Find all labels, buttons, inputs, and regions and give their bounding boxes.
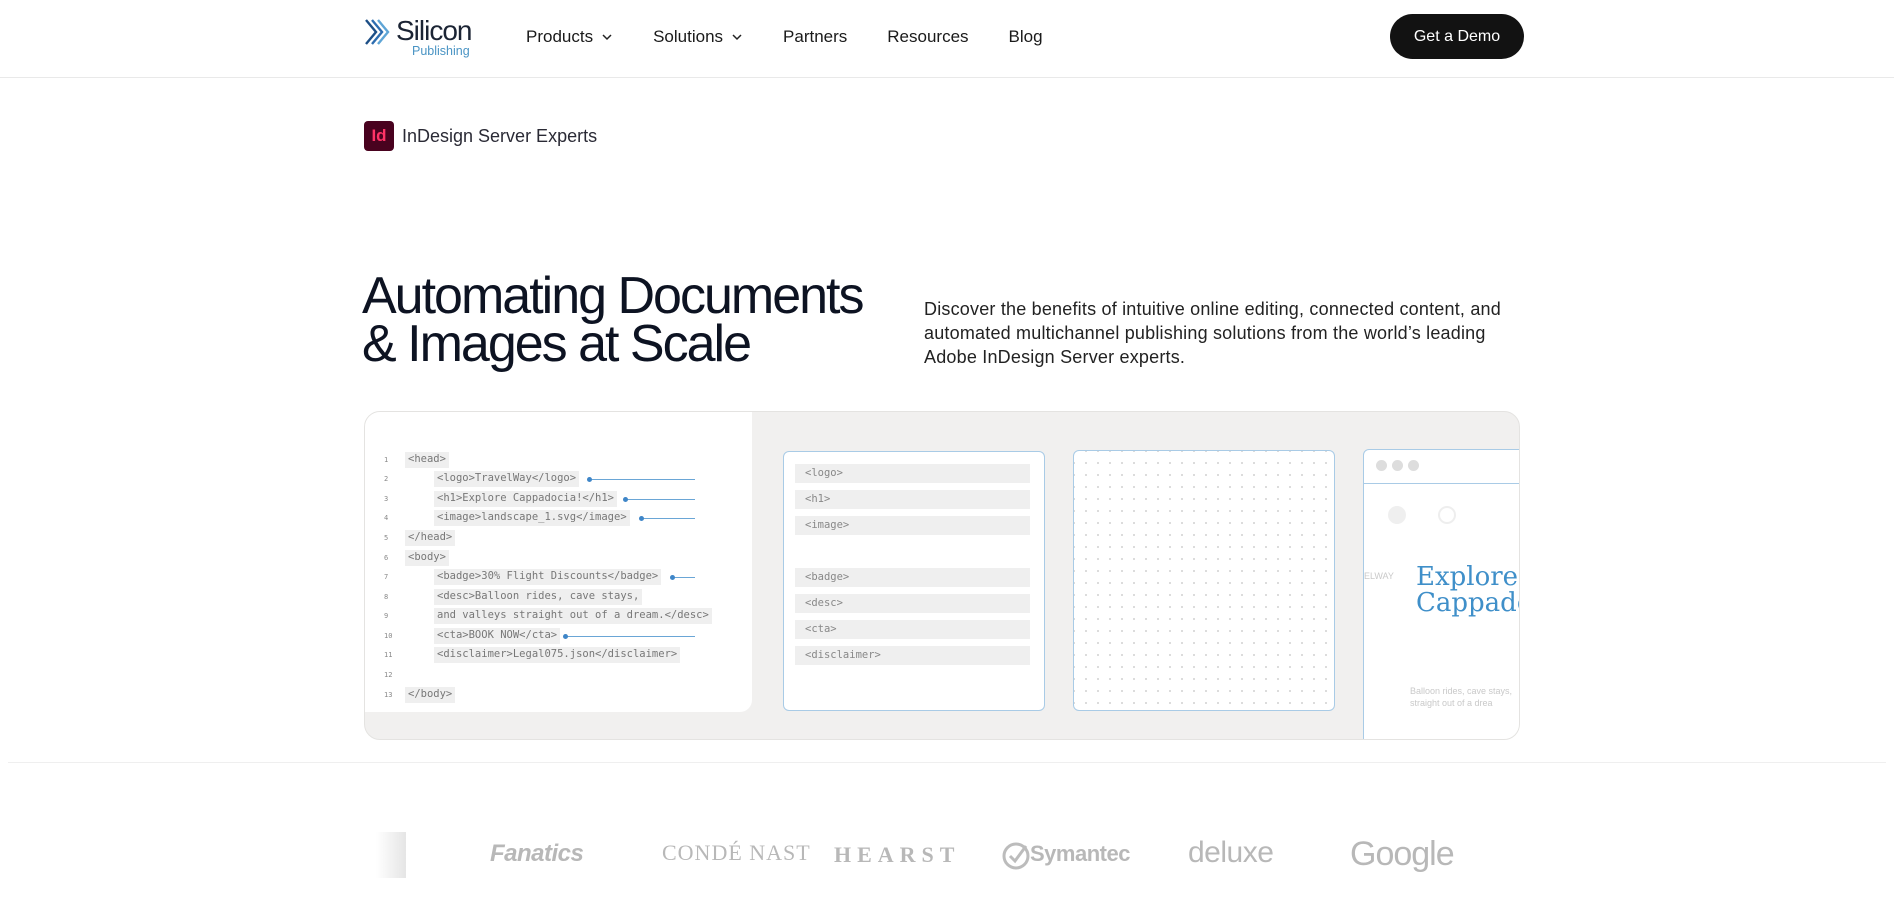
template-field: <badge> [795,568,1030,587]
line-number: 2 [384,475,389,483]
nav-partners[interactable]: Partners [783,27,847,47]
window-dot-icon [1392,460,1403,471]
top-navigation: Silicon Publishing Products Solutions Pa… [0,0,1894,78]
preview-panel: ELWAY Explore Cappado Balloon rides, cav… [1363,449,1519,739]
client-logo-strip: Fanatics CONDÉ NAST HEARST Symantec delu… [364,828,1524,888]
template-field: <h1> [795,490,1030,509]
nav-solutions-label: Solutions [653,27,724,46]
nav-blog[interactable]: Blog [1009,27,1043,47]
template-fields-panel: <logo> <h1> <image> <badge> <desc> <cta> <disc… [783,451,1045,711]
line-number: 11 [384,651,393,659]
nav-blog-label: Blog [1008,27,1043,46]
template-field: <desc> [795,594,1030,613]
line-number: 1 [384,456,389,464]
section-divider [8,762,1886,763]
line-number: 12 [384,671,393,679]
preview-body-text: Balloon rides, cave stays, [1410,686,1513,696]
automation-illustration: 1 <head> 2 <logo>TravelWay</logo> 3 <h1>Explo… [364,411,1520,740]
preview-toggle-icon [1388,506,1406,524]
code-line: </head> [405,530,456,546]
template-field: <cta> [795,620,1030,639]
template-field: <image> [795,516,1030,535]
faded-client-logo [376,832,406,878]
logo-subtitle: Publishing [412,44,470,58]
code-line: <desc>Balloon rides, cave stays, [434,589,643,605]
nav-resources[interactable]: Resources [887,27,968,47]
nav-products[interactable]: Products [526,27,613,47]
binding-connector [587,477,695,482]
line-number: 10 [384,632,393,640]
nav-resources-label: Resources [887,27,969,46]
symantec-check-icon [1002,842,1030,870]
line-number: 3 [384,495,389,503]
hero-title: Automating Documents & Images at Scale [362,270,922,370]
line-number: 9 [384,612,389,620]
dotted-canvas-panel [1073,450,1335,711]
binding-connector [623,497,695,502]
conde-nast-logo: CONDÉ NAST [662,840,811,865]
line-number: 5 [384,534,389,542]
badge-label: InDesign Server Experts [402,125,598,146]
indesign-badge: Id InDesign Server Experts [364,121,597,151]
code-line: </body> [405,687,456,703]
template-field: <logo> [795,464,1030,483]
google-logo: Google [1350,835,1455,873]
chevron-down-icon [732,34,742,41]
nav-products-label: Products [526,27,594,46]
chevron-down-icon [602,34,612,41]
code-line: <image>landscape_1.svg</image> [434,510,630,526]
line-number: 6 [384,554,389,562]
code-line: <logo>TravelWay</logo> [434,471,580,487]
binding-connector [639,516,695,521]
logo-wordmark: Silicon [396,15,472,46]
get-a-demo-button[interactable]: Get a Demo [1390,14,1524,59]
code-panel: 1 <head> 2 <logo>TravelWay</logo> 3 <h1>Explo… [365,412,752,712]
hearst-logo: HEARST [834,842,961,867]
main-menu: Products Solutions Partners Resources Bl… [526,0,1083,74]
preview-brand-text: ELWAY [1364,571,1394,581]
code-line: <body> [405,550,449,566]
preview-window-bar [1364,450,1519,484]
line-number: 7 [384,573,389,581]
indesign-icon: Id [364,121,394,151]
nav-solutions[interactable]: Solutions [653,27,743,47]
code-line: and valleys straight out of a dream.</de… [434,608,712,624]
preview-block-icon [1438,506,1456,524]
preview-heading: Explore Cappado [1416,564,1519,618]
hero-description: Discover the benefits of intuitive onlin… [924,299,1501,367]
window-dot-icon [1376,460,1387,471]
chevrons-logo-icon [365,19,390,45]
binding-connector [563,634,695,639]
silicon-publishing-logo[interactable]: Silicon Publishing [364,15,484,59]
nav-partners-label: Partners [783,27,848,46]
code-line: <badge>30% Flight Discounts</badge> [434,569,662,585]
code-line: <disclaimer>Legal075.json</disclaimer> [434,647,681,663]
code-line: <cta>BOOK NOW</cta> [434,628,561,644]
code-line: <h1>Explore Cappadocia!</h1> [434,491,618,507]
line-number: 8 [384,593,389,601]
code-line: <head> [405,452,449,468]
window-dot-icon [1408,460,1419,471]
fanatics-logo: Fanatics [490,840,584,867]
deluxe-logo: deluxe [1188,836,1274,869]
line-number: 4 [384,514,389,522]
preview-body-text-2: straight out of a drea [1410,698,1493,708]
template-field: <disclaimer> [795,646,1030,665]
symantec-logo: Symantec [1030,841,1130,866]
binding-connector [670,575,695,580]
preview-heading-line-2: Cappado [1416,588,1519,618]
hero-title-line-2: & Images at Scale [362,315,752,373]
line-number: 13 [384,691,393,699]
